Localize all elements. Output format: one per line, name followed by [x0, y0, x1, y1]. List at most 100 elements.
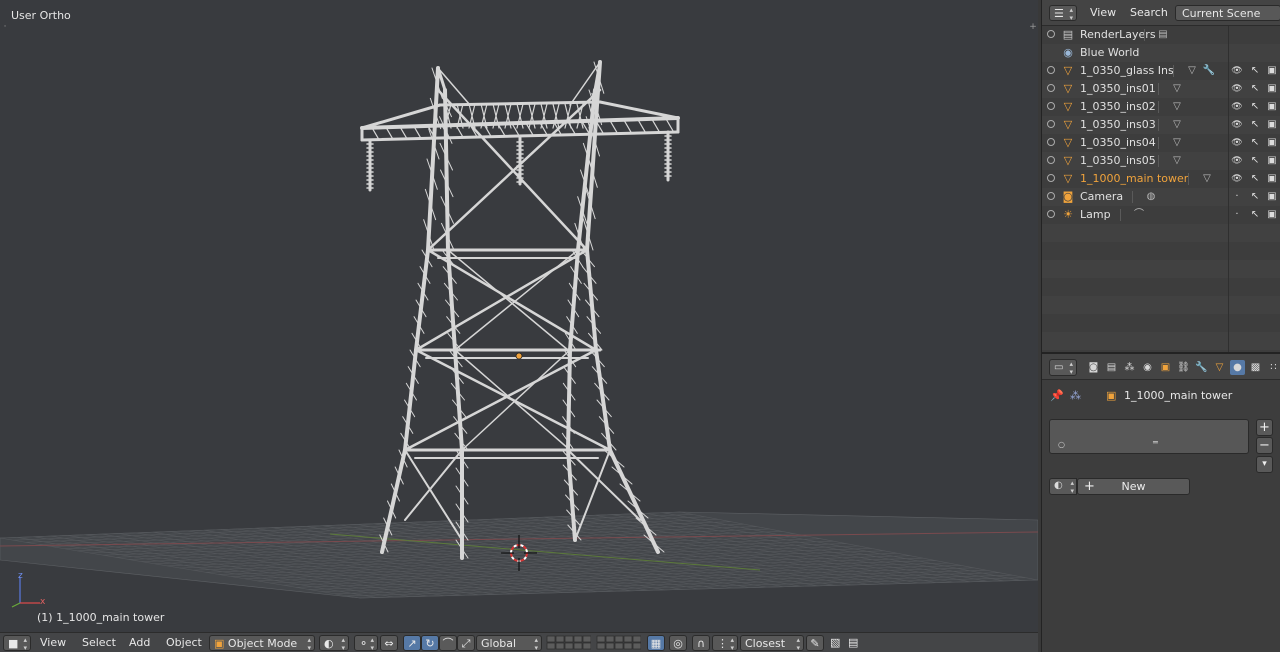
outliner-row-name[interactable]: 1_0350_ins01	[1080, 82, 1156, 96]
region-expand-icon[interactable]: +	[1028, 22, 1038, 32]
visibility-eye-icon[interactable]: 👁	[1231, 64, 1243, 78]
visibility-dot-icon[interactable]: ·	[1231, 208, 1243, 222]
tab-data[interactable]: ▽	[1212, 360, 1227, 375]
toolshelf-toggle-icon[interactable]: ·	[0, 22, 10, 32]
outliner-row[interactable]: ▽ 1_1000_main tower ▽ 👁 ↖ ▣	[1042, 170, 1280, 188]
outliner-editor-type-button[interactable]: ☰ ▴ ▾	[1049, 5, 1077, 22]
selectable-cursor-icon[interactable]: ↖	[1249, 64, 1261, 78]
snap-align-button[interactable]: ✎	[806, 635, 824, 651]
remove-slot-button[interactable]: −	[1256, 437, 1273, 454]
tab-render[interactable]: ◙	[1086, 360, 1101, 375]
outliner-row-name[interactable]: 1_0350_ins04	[1080, 136, 1156, 150]
renderable-camera-icon[interactable]: ▣	[1266, 190, 1278, 204]
tab-object[interactable]: ▣	[1158, 360, 1173, 375]
menu-add[interactable]: Add	[129, 635, 150, 651]
expand-toggle-icon[interactable]	[1047, 30, 1055, 38]
slot-specials-button[interactable]: ▾	[1256, 456, 1273, 473]
render-layer-data-icon[interactable]: ▤	[1156, 28, 1170, 42]
layer-grid-b[interactable]	[596, 635, 642, 651]
mode-select[interactable]: ▣ Object Mode ▴ ▾	[209, 635, 315, 652]
tab-render-layers[interactable]: ▤	[1104, 360, 1119, 375]
outliner-row-name[interactable]: 1_0350_ins02	[1080, 100, 1156, 114]
shading-select[interactable]: ◐ ▴ ▾	[319, 635, 349, 652]
renderable-camera-icon[interactable]: ▣	[1266, 136, 1278, 150]
outliner-row-name[interactable]: 1_1000_main tower	[1080, 172, 1188, 186]
menu-object[interactable]: Object	[166, 635, 202, 651]
mesh-data-icon[interactable]: ▽	[1200, 172, 1214, 186]
orientation-select[interactable]: Global ▴ ▾	[476, 635, 542, 652]
properties-editor-type-button[interactable]: ▭ ▴ ▾	[1049, 359, 1077, 376]
selectable-cursor-icon[interactable]: ↖	[1249, 100, 1261, 114]
outliner-menu-search[interactable]: Search	[1130, 5, 1168, 21]
scale-manipulator[interactable]: ⌒	[439, 635, 457, 651]
render-image-icon[interactable]: ▧	[830, 635, 844, 651]
scene-canvas[interactable]	[0, 0, 1038, 632]
selectable-cursor-icon[interactable]: ↖	[1249, 136, 1261, 150]
outliner-row[interactable]: ▽ 1_0350_ins04 ▽ 👁 ↖ ▣	[1042, 134, 1280, 152]
resize-grip-icon[interactable]: ═	[1153, 438, 1158, 447]
visibility-eye-icon[interactable]: 👁	[1231, 82, 1243, 96]
outliner-row[interactable]: ▽ 1_0350_ins02 ▽ 👁 ↖ ▣	[1042, 98, 1280, 116]
add-slot-button[interactable]: +	[1256, 419, 1273, 436]
layer-grid-a[interactable]	[546, 635, 592, 651]
falloff-button[interactable]: ◎	[669, 635, 687, 651]
visibility-eye-icon[interactable]: 👁	[1231, 136, 1243, 150]
expand-toggle-icon[interactable]	[1047, 210, 1055, 218]
menu-select[interactable]: Select	[82, 635, 116, 651]
3d-viewport[interactable]: User Ortho (1) 1_1000_main tower z x + ·	[0, 0, 1038, 632]
mesh-data-icon[interactable]: ▽	[1170, 82, 1184, 96]
renderable-camera-icon[interactable]: ▣	[1266, 64, 1278, 78]
mesh-data-icon[interactable]: ▽	[1170, 118, 1184, 132]
pin-icon[interactable]: 📌	[1050, 388, 1064, 404]
selectable-cursor-icon[interactable]: ↖	[1249, 190, 1261, 204]
outliner-row[interactable]: ▽ 1_0350_ins05 ▽ 👁 ↖ ▣	[1042, 152, 1280, 170]
expand-toggle-icon[interactable]	[1047, 102, 1055, 110]
mesh-data-icon[interactable]: ▽	[1170, 100, 1184, 114]
visibility-eye-icon[interactable]: 👁	[1231, 172, 1243, 186]
snap-toggle[interactable]: ∩	[692, 635, 710, 651]
pivot-select[interactable]: ⚬ ▴ ▾	[354, 635, 378, 652]
renderable-camera-icon[interactable]: ▣	[1266, 208, 1278, 222]
tab-constraints[interactable]: ⛓	[1176, 360, 1191, 375]
tab-material[interactable]: ●	[1230, 360, 1245, 375]
outliner-row[interactable]: ▽ 1_0350_glass Ins ▽ 🔧 👁 ↖ ▣	[1042, 62, 1280, 80]
expand-toggle-icon[interactable]	[1047, 174, 1055, 182]
visibility-eye-icon[interactable]: 👁	[1231, 118, 1243, 132]
selectable-cursor-icon[interactable]: ↖	[1249, 82, 1261, 96]
outliner-row-name[interactable]: Blue World	[1080, 46, 1139, 60]
manipulator-toggle[interactable]: ⇔	[380, 635, 398, 651]
selectable-cursor-icon[interactable]: ↖	[1249, 154, 1261, 168]
mesh-data-icon[interactable]: ▽	[1185, 64, 1199, 78]
lamp-data-icon[interactable]: ⌒	[1132, 208, 1146, 222]
renderable-camera-icon[interactable]: ▣	[1266, 118, 1278, 132]
modifier-wrench-icon[interactable]: 🔧	[1202, 64, 1216, 78]
outliner-row-name[interactable]: 1_0350_glass Ins	[1080, 64, 1174, 78]
outliner-row[interactable]: ▽ 1_0350_ins03 ▽ 👁 ↖ ▣	[1042, 116, 1280, 134]
material-slot-list[interactable]: ○ ═	[1049, 419, 1249, 454]
expand-toggle-icon[interactable]	[1047, 84, 1055, 92]
outliner-row-name[interactable]: 1_0350_ins05	[1080, 154, 1156, 168]
outliner-menu-view[interactable]: View	[1090, 5, 1116, 21]
outliner-row-name[interactable]: Lamp	[1080, 208, 1111, 222]
tab-world[interactable]: ◉	[1140, 360, 1155, 375]
expand-toggle-icon[interactable]	[1047, 120, 1055, 128]
mesh-data-icon[interactable]: ▽	[1170, 136, 1184, 150]
selectable-cursor-icon[interactable]: ↖	[1249, 208, 1261, 222]
snap-target-select[interactable]: Closest ▴ ▾	[740, 635, 804, 652]
selectable-cursor-icon[interactable]: ↖	[1249, 118, 1261, 132]
outliner-row[interactable]: ▤ RenderLayers ▤	[1042, 26, 1280, 44]
renderable-camera-icon[interactable]: ▣	[1266, 172, 1278, 186]
editor-type-button[interactable]: ■ ▴ ▾	[3, 635, 31, 652]
outliner-row[interactable]: ◉ Blue World	[1042, 44, 1280, 62]
outliner-row-name[interactable]: 1_0350_ins03	[1080, 118, 1156, 132]
visibility-eye-icon[interactable]: 👁	[1231, 100, 1243, 114]
expand-toggle-icon[interactable]	[1047, 66, 1055, 74]
outliner-row-name[interactable]: Camera	[1080, 190, 1123, 204]
selectable-cursor-icon[interactable]: ↖	[1249, 172, 1261, 186]
tab-modifiers[interactable]: 🔧	[1194, 360, 1209, 375]
visibility-eye-icon[interactable]: 👁	[1231, 154, 1243, 168]
tower-mesh[interactable]	[360, 60, 680, 560]
tab-particles[interactable]: ∷	[1266, 360, 1280, 375]
renderable-camera-icon[interactable]: ▣	[1266, 82, 1278, 96]
outliner-row[interactable]: ☀ Lamp ⌒ · ↖ ▣	[1042, 206, 1280, 224]
